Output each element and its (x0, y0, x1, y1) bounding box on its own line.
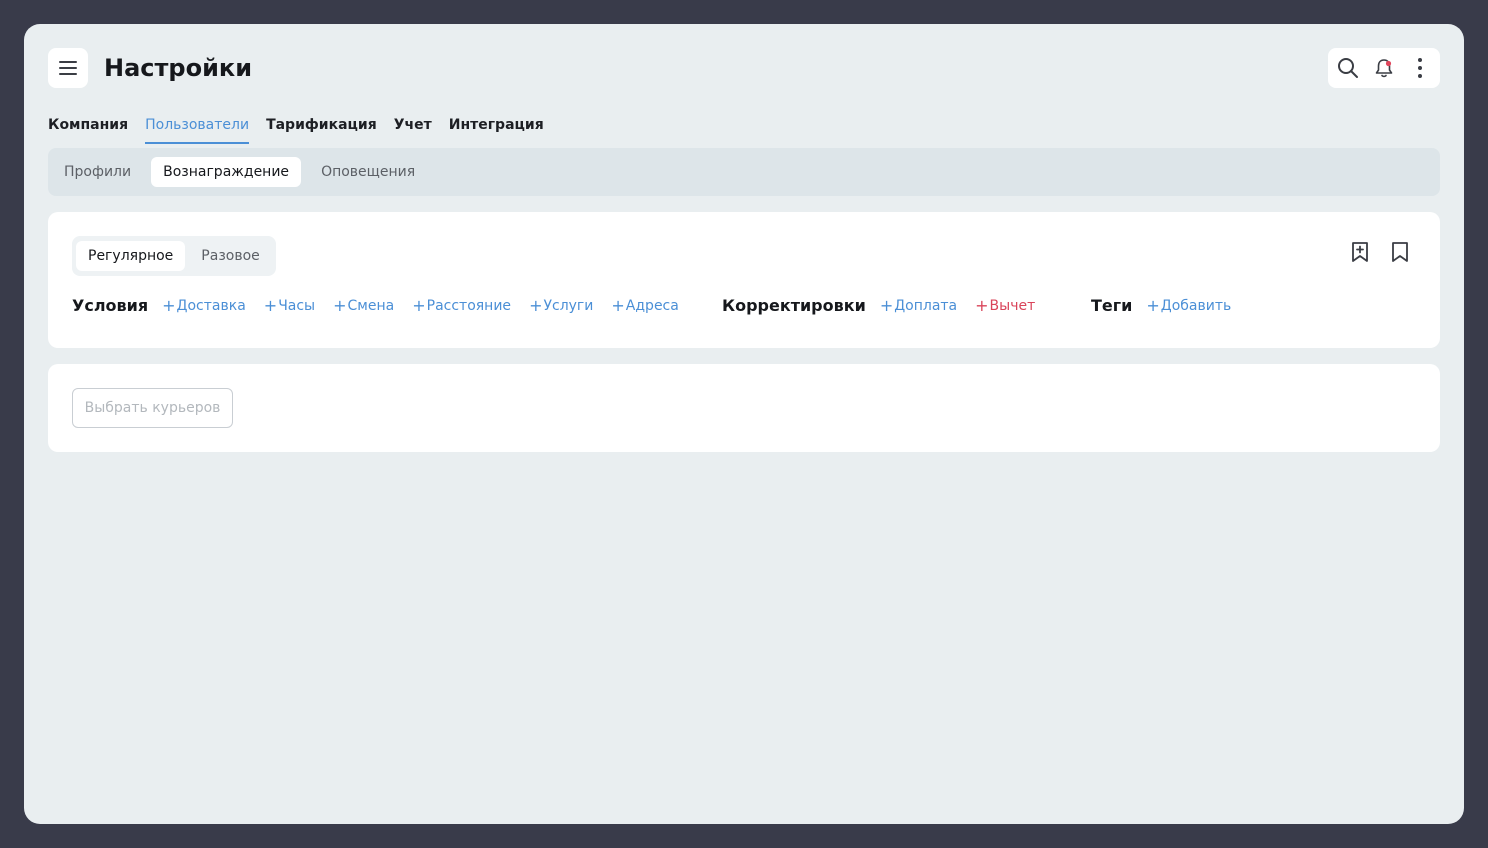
plus-icon: + (1146, 296, 1160, 315)
plus-icon: + (879, 296, 894, 315)
header-actions (1328, 48, 1440, 88)
notifications-button[interactable] (1371, 55, 1397, 81)
add-condition-services[interactable]: + Услуги (529, 296, 593, 315)
select-couriers-button[interactable]: Выбрать курьеров (72, 388, 233, 428)
reward-settings-card: Регулярное Разовое Условия + Доставка + Ча… (48, 212, 1440, 348)
tab-integration[interactable]: Интеграция (449, 114, 544, 144)
plus-icon: + (611, 296, 625, 315)
tags-group: Теги + Добавить (1091, 296, 1231, 315)
reward-type-onetime[interactable]: Разовое (189, 241, 271, 271)
subtab-profiles[interactable]: Профили (52, 157, 143, 187)
bookmark-button[interactable] (1388, 240, 1412, 264)
chip-label: Часы (278, 297, 316, 314)
add-condition-addresses[interactable]: + Адреса (611, 296, 678, 315)
chip-label: Смена (347, 297, 395, 314)
reward-type-toggle: Регулярное Разовое (72, 236, 276, 276)
tab-company[interactable]: Компания (48, 114, 128, 144)
add-surcharge[interactable]: + Доплата (880, 296, 957, 315)
menu-icon (59, 61, 77, 75)
plus-icon: + (975, 296, 989, 315)
add-condition-shift[interactable]: + Смена (333, 296, 394, 315)
chip-label: Доплата (894, 297, 958, 314)
add-bookmark-button[interactable] (1348, 240, 1372, 264)
adjustments-group: Корректировки + Доплата + Вычет (722, 296, 1035, 315)
add-condition-distance[interactable]: + Расстояние (412, 296, 511, 315)
app-window: Настройки Компания Пользователи Тарифика… (24, 24, 1464, 824)
plus-icon: + (263, 296, 278, 315)
sub-tabs: Профили Вознаграждение Оповещения (48, 148, 1440, 196)
adjustments-label: Корректировки (722, 296, 866, 315)
more-button[interactable] (1407, 55, 1433, 81)
page-title: Настройки (104, 54, 253, 82)
plus-icon: + (529, 296, 543, 315)
chip-label: Вычет (989, 297, 1036, 314)
main-tabs: Компания Пользователи Тарификация Учет И… (48, 114, 544, 144)
add-deduction[interactable]: + Вычет (975, 296, 1035, 315)
add-tag[interactable]: + Добавить (1146, 296, 1231, 315)
chip-label: Добавить (1160, 297, 1232, 314)
subtab-notifications[interactable]: Оповещения (309, 157, 427, 187)
add-condition-delivery[interactable]: + Доставка (162, 296, 246, 315)
tab-pricing[interactable]: Тарификация (266, 114, 377, 144)
reward-type-regular[interactable]: Регулярное (76, 241, 186, 271)
tab-accounting[interactable]: Учет (394, 114, 432, 144)
chip-label: Доставка (176, 297, 246, 314)
conditions-label: Условия (72, 296, 149, 315)
chip-label: Услуги (543, 297, 594, 314)
plus-icon: + (412, 296, 426, 315)
tags-label: Теги (1091, 296, 1133, 315)
chip-label: Адреса (625, 297, 679, 314)
plus-icon: + (333, 296, 347, 315)
more-vertical-icon (1418, 58, 1422, 78)
chip-label: Расстояние (426, 297, 512, 314)
bell-icon (1375, 59, 1393, 78)
couriers-card: Выбрать курьеров (48, 364, 1440, 452)
menu-button[interactable] (48, 48, 88, 88)
plus-icon: + (162, 296, 176, 315)
subtab-reward[interactable]: Вознаграждение (151, 157, 302, 187)
conditions-group: Условия + Доставка + Часы + Смена + Расстоян… (72, 296, 679, 315)
tab-users[interactable]: Пользователи (145, 114, 250, 144)
search-icon (1338, 58, 1358, 78)
add-condition-hours[interactable]: + Часы (264, 296, 315, 315)
bookmark-add-icon (1352, 242, 1368, 262)
search-button[interactable] (1335, 55, 1361, 81)
bookmark-icon (1392, 242, 1408, 262)
